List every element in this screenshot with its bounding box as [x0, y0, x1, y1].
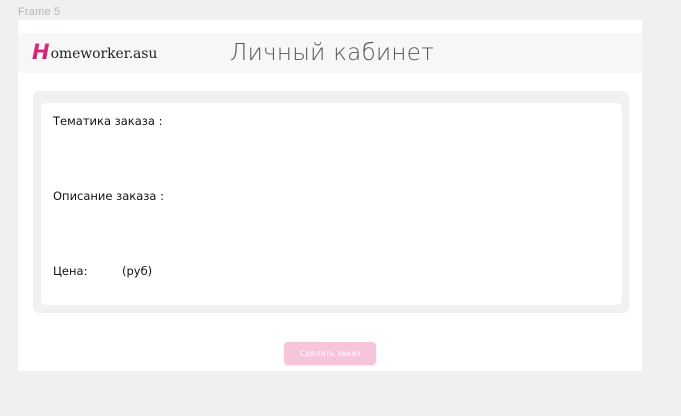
logo[interactable]: H omeworker.asu — [32, 40, 158, 64]
make-order-button[interactable]: Сделать заказ — [284, 342, 376, 365]
logo-text: omeworker.asu — [50, 46, 158, 62]
page-title: Личный кабинет — [230, 40, 435, 66]
frame: H omeworker.asu Личный кабинет Тематика … — [18, 20, 642, 371]
order-form-card: Тематика заказа : Описание заказа : Цена… — [41, 103, 622, 305]
logo-initial: H — [32, 40, 50, 64]
header: H omeworker.asu Личный кабинет — [18, 33, 642, 73]
topic-label: Тематика заказа : — [53, 114, 163, 128]
price-label: Цена: — [53, 264, 88, 278]
description-label: Описание заказа : — [53, 189, 164, 203]
order-form-panel: Тематика заказа : Описание заказа : Цена… — [33, 91, 629, 313]
price-unit: (руб) — [122, 264, 153, 278]
frame-label: Frame 5 — [18, 6, 61, 18]
